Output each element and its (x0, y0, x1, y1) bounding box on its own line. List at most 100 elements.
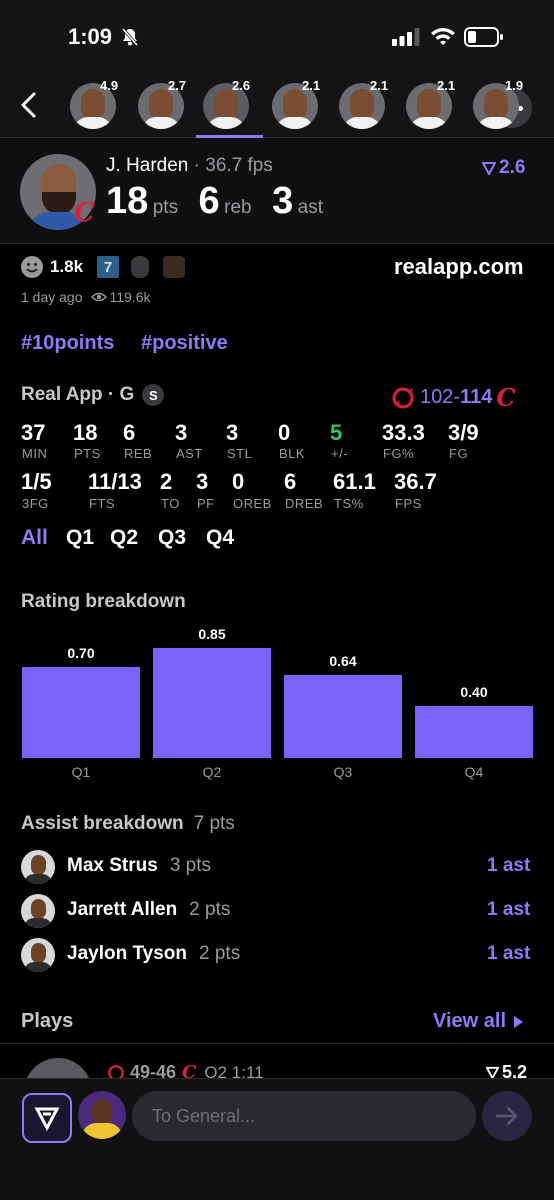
reactor-avatar (131, 256, 150, 278)
stat-value: 5 (330, 420, 343, 445)
stat-value: 1/5 (21, 469, 52, 494)
assist-count: 1 ast (487, 943, 531, 964)
assist-item[interactable]: Jaylon Tyson 2 pts (67, 943, 240, 965)
stat-value: 36.7 (394, 469, 437, 494)
chart-category-label: Q2 (202, 764, 222, 780)
tab-q2[interactable]: Q2 (110, 526, 138, 550)
game-source: Real App · G (21, 384, 135, 405)
send-button[interactable] (482, 1091, 532, 1141)
away-score: 102 (420, 386, 454, 408)
raptors-logo-icon (392, 387, 414, 408)
assist-item[interactable]: Max Strus 3 pts (67, 855, 211, 877)
reb-label: reb (224, 197, 252, 218)
view-all-link[interactable]: View all (433, 1010, 524, 1033)
chart-bar (284, 675, 402, 758)
player-rating[interactable]: 2.6 (482, 157, 525, 179)
time-ago: 1 day ago (21, 289, 83, 305)
home-score: 114 (460, 386, 493, 408)
back-chevron-icon[interactable] (18, 92, 40, 118)
assist-player-avatar[interactable] (21, 894, 55, 928)
composer-bar: To General... (0, 1078, 554, 1200)
stat-label: 3FG (22, 496, 49, 511)
assist-item[interactable]: Jarrett Allen 2 pts (67, 899, 230, 921)
player-strip-score: 2.7 (168, 78, 187, 93)
stat-value: 0 (232, 469, 245, 494)
play-triangle-icon (514, 1015, 524, 1028)
tag-10points[interactable]: #10points (21, 332, 114, 355)
status-time: 1:09 (68, 24, 113, 49)
stat-value: 37 (21, 420, 46, 445)
stat-value: 11/13 (88, 469, 142, 494)
player-strip-score: 2.6 (232, 78, 251, 93)
tab-q3[interactable]: Q3 (158, 526, 186, 550)
reb-value: 6 (198, 180, 220, 222)
assist-points: 2 pts (189, 899, 231, 920)
wifi-icon (431, 28, 455, 45)
assist-count: 1 ast (487, 899, 531, 920)
player-strip-score: 2.1 (437, 78, 456, 93)
game-score[interactable]: 102 - 114 C (390, 383, 515, 412)
real-logo-icon (482, 162, 496, 175)
tab-q1[interactable]: Q1 (66, 526, 94, 550)
chart-data-label: 0.64 (329, 653, 357, 669)
assist-count: 1 ast (487, 855, 531, 876)
chart-category-label: Q4 (464, 764, 484, 780)
pts-value: 18 (106, 180, 149, 222)
stat-label: STL (227, 446, 253, 461)
stat-label: AST (176, 446, 203, 461)
real-app-button[interactable] (22, 1093, 72, 1143)
arrow-right-icon (495, 1106, 518, 1126)
stat-label: +/- (331, 446, 349, 461)
source-badge: S (142, 384, 165, 406)
status-bar: 1:09 (0, 0, 554, 70)
assist-player-avatar[interactable] (21, 938, 55, 972)
stat-value: 6 (284, 469, 297, 494)
assist-points: 3 pts (169, 855, 212, 876)
player-stat-summary: 18 pts 6 reb 3 ast (106, 180, 323, 223)
stat-value: 0 (278, 420, 291, 445)
battery-icon (464, 27, 503, 47)
reaction-count: 1.8k (50, 257, 84, 276)
stat-label: PTS (74, 446, 101, 461)
bell-muted-icon (121, 28, 139, 46)
reactor-avatar (163, 256, 186, 278)
cavaliers-logo-icon: C (496, 383, 516, 412)
channel-avatar[interactable] (78, 1091, 126, 1139)
message-input[interactable]: To General... (132, 1091, 476, 1141)
real-logo-icon (34, 1107, 60, 1131)
stat-label: DREB (285, 496, 324, 511)
chart-bar (22, 667, 140, 758)
eye-icon (90, 292, 107, 302)
number-badge: 7 (97, 256, 120, 278)
stat-label: BLK (279, 446, 306, 461)
tab-q4[interactable]: Q4 (206, 526, 234, 550)
site-link[interactable]: realapp.com (394, 254, 524, 280)
view-count: 119.6k (109, 289, 151, 305)
player-strip-score: 2.1 (370, 78, 389, 93)
stat-label: FG% (383, 446, 415, 461)
rating-breakdown-title: Rating breakdown (21, 591, 186, 612)
assist-points: 2 pts (199, 943, 241, 964)
ast-label: ast (297, 197, 324, 218)
stat-label: PF (197, 496, 215, 511)
player-strip-score: 1.9 (505, 78, 524, 93)
tab-all[interactable]: All (21, 526, 48, 550)
smiley-reaction-icon[interactable] (20, 255, 44, 279)
player-name[interactable]: J. Harden (106, 155, 188, 176)
message-placeholder: To General... (152, 1106, 256, 1126)
stat-label: OREB (233, 496, 272, 511)
chart-bar (415, 706, 533, 758)
assist-player-name: Jarrett Allen (67, 899, 178, 920)
rating-value: 2.6 (499, 157, 526, 178)
stat-value: 3 (175, 420, 188, 445)
stat-label: REB (124, 446, 153, 461)
player-fps: 36.7 fps (205, 155, 273, 176)
stat-label: MIN (22, 446, 48, 461)
chart-data-label: 0.70 (67, 645, 95, 661)
chart-category-label: Q1 (71, 764, 91, 780)
chart-bar (153, 648, 271, 758)
tag-positive[interactable]: #positive (141, 332, 228, 355)
assist-player-avatar[interactable] (21, 850, 55, 884)
stat-label: TS% (334, 496, 364, 511)
chart-data-label: 0.40 (460, 684, 488, 700)
